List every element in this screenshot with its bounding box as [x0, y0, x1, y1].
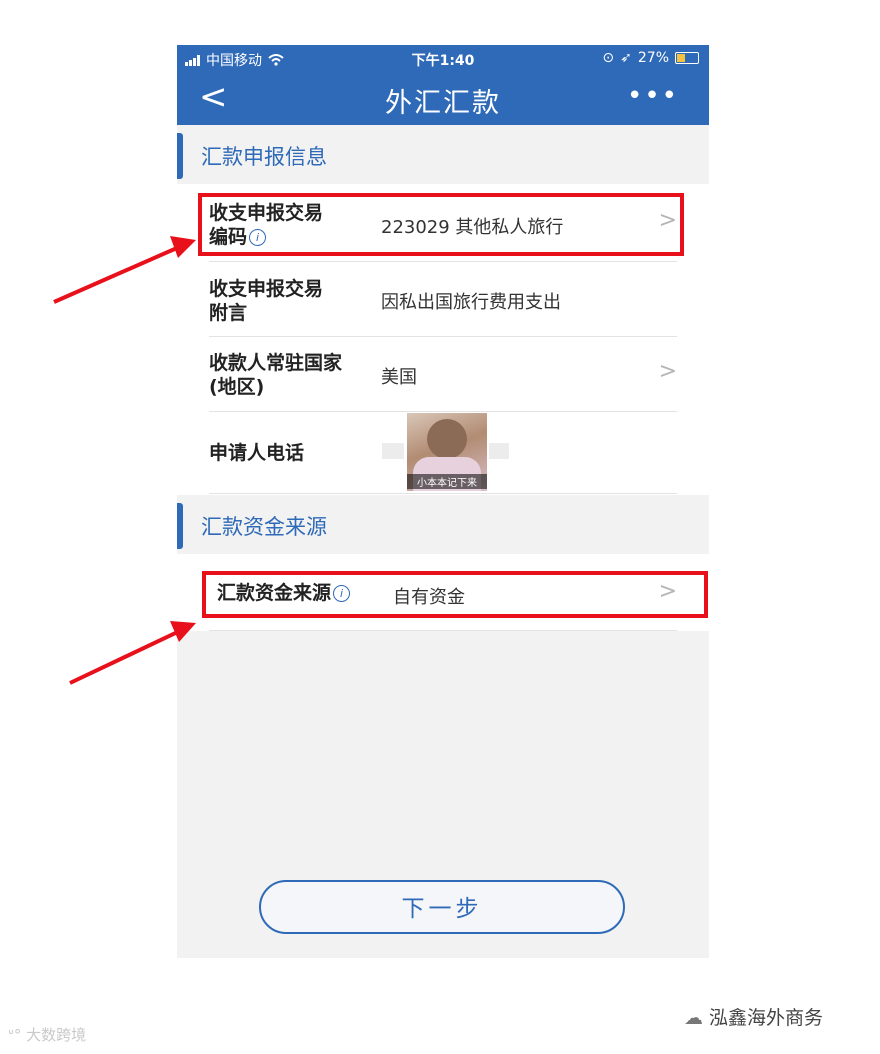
- wechat-account-watermark: ☁ 泓鑫海外商务: [684, 1003, 823, 1030]
- wechat-icon: ☁: [684, 1007, 703, 1029]
- annotation-arrows: [53, 236, 196, 685]
- logo-icon: ᐡ°: [8, 1026, 22, 1044]
- site-watermark: ᐡ° 大数跨境: [8, 1024, 86, 1045]
- watermark-text: 泓鑫海外商务: [709, 1007, 824, 1029]
- watermark-text: 大数跨境: [26, 1026, 87, 1044]
- red-arrow-icon: [69, 621, 196, 685]
- red-arrow-icon: [53, 236, 196, 304]
